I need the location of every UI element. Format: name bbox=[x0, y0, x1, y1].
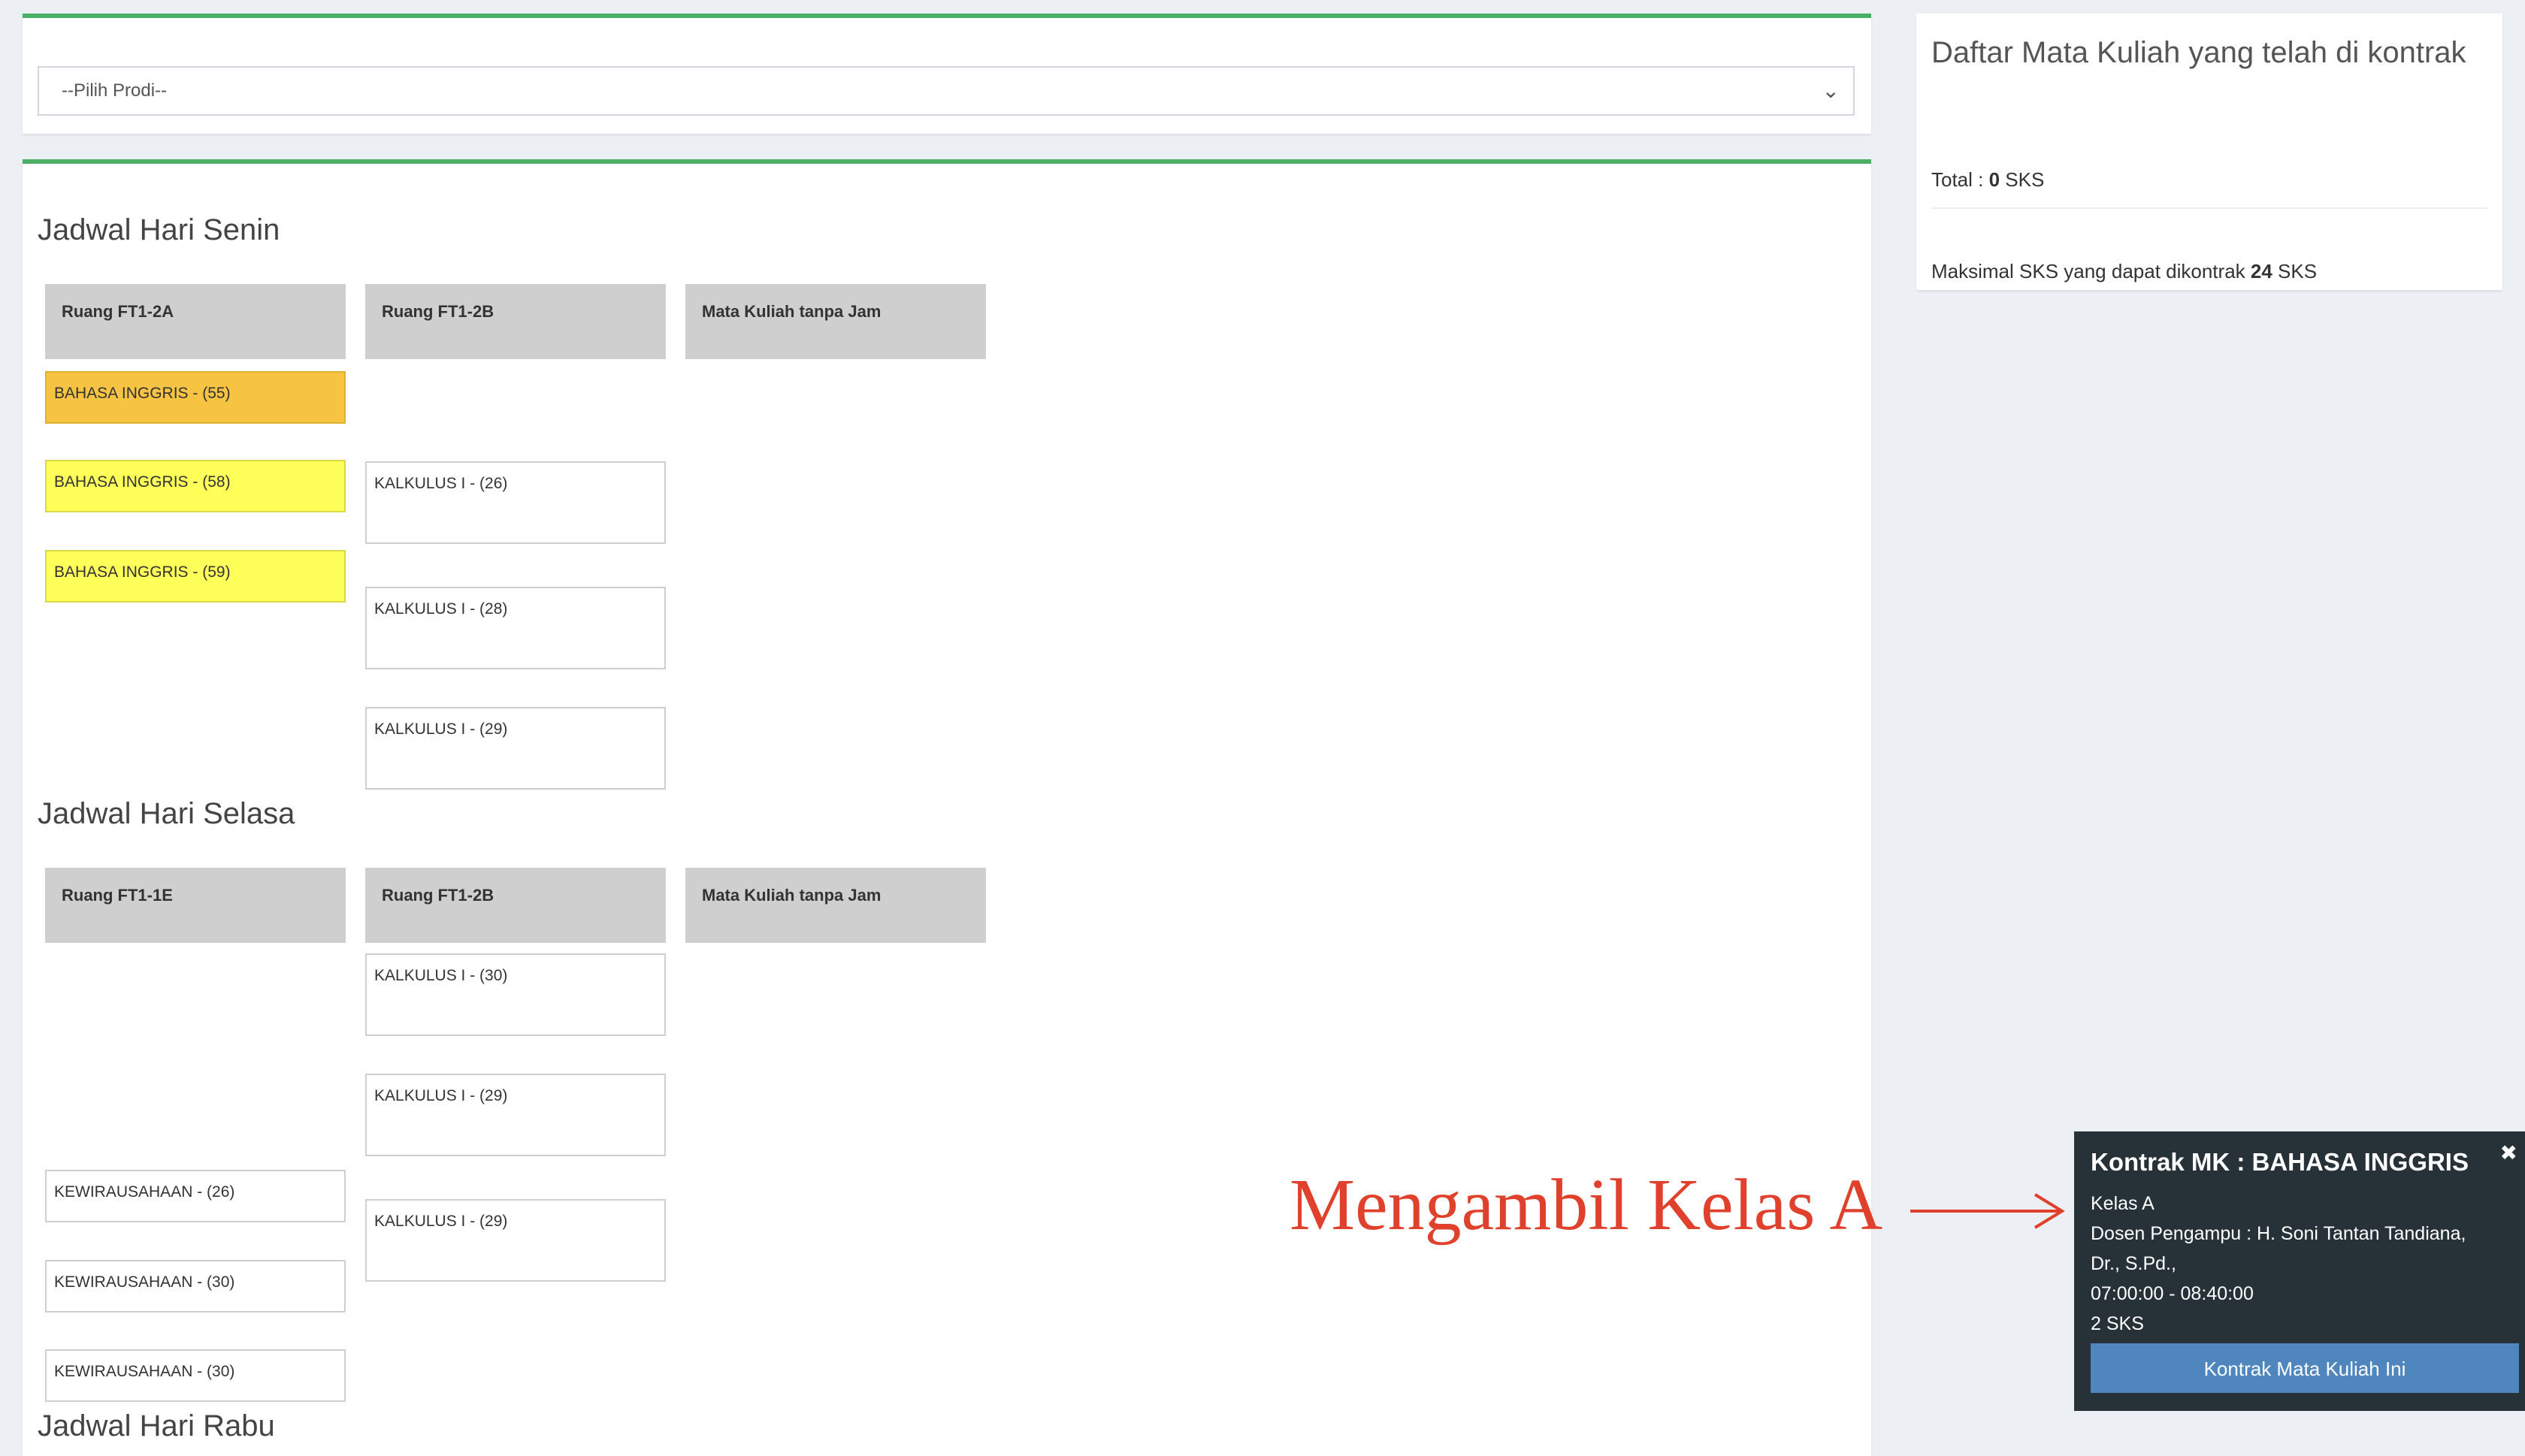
max-sks-value: 24 bbox=[2250, 260, 2272, 282]
max-sks: Maksimal SKS yang dapat dikontrak 24 SKS bbox=[1931, 260, 2318, 282]
panel-title: Daftar Mata Kuliah yang telah di kontrak bbox=[1931, 36, 2466, 69]
chevron-down-icon: ⌄ bbox=[1822, 79, 1840, 102]
popover-dosen-cont: Dr., S.Pd., bbox=[2091, 1253, 2176, 1274]
prodi-card: --Pilih Prodi-- ⌄ bbox=[23, 14, 1871, 134]
room-header: Ruang FT1-2A bbox=[45, 284, 346, 359]
course-slot[interactable]: KEWIRAUSAHAAN - (30) bbox=[45, 1260, 346, 1313]
close-icon[interactable]: ✖ bbox=[2500, 1140, 2517, 1165]
contracted-courses-panel: Daftar Mata Kuliah yang telah di kontrak… bbox=[1916, 14, 2502, 290]
day-title-rabu: Jadwal Hari Rabu bbox=[38, 1409, 275, 1442]
course-slot[interactable]: BAHASA INGGRIS - (59) bbox=[45, 550, 346, 603]
course-slot[interactable]: BAHASA INGGRIS - (55) bbox=[45, 371, 346, 424]
popover-title: Kontrak MK : BAHASA INGGRIS bbox=[2091, 1148, 2469, 1176]
course-slot[interactable]: KALKULUS I - (28) bbox=[365, 587, 666, 669]
room-header: Ruang FT1-1E bbox=[45, 868, 346, 943]
course-slot[interactable]: KEWIRAUSAHAAN - (30) bbox=[45, 1349, 346, 1402]
prodi-select-value: --Pilih Prodi-- bbox=[62, 80, 168, 101]
prodi-select[interactable]: --Pilih Prodi-- ⌄ bbox=[38, 66, 1855, 116]
room-header: Ruang FT1-2B bbox=[365, 868, 666, 943]
total-sks-value: 0 bbox=[1988, 168, 2000, 191]
popover-sks: 2 SKS bbox=[2091, 1313, 2144, 1334]
contract-popover: Kontrak MK : BAHASA INGGRIS ✖ Kelas A Do… bbox=[2074, 1131, 2525, 1411]
course-slot[interactable]: KALKULUS I - (30) bbox=[365, 953, 666, 1036]
day-title-selasa: Jadwal Hari Selasa bbox=[38, 797, 295, 830]
popover-time: 07:00:00 - 08:40:00 bbox=[2091, 1283, 2254, 1304]
popover-dosen: Dosen Pengampu : H. Soni Tantan Tandiana… bbox=[2091, 1223, 2466, 1244]
room-header: Mata Kuliah tanpa Jam bbox=[685, 868, 986, 943]
annotation-text: Mengambil Kelas A bbox=[1290, 1164, 1883, 1246]
course-slot[interactable]: KALKULUS I - (29) bbox=[365, 1074, 666, 1156]
course-slot[interactable]: KEWIRAUSAHAAN - (26) bbox=[45, 1170, 346, 1222]
course-slot[interactable]: KALKULUS I - (29) bbox=[365, 707, 666, 790]
day-title-senin: Jadwal Hari Senin bbox=[38, 213, 280, 246]
course-slot[interactable]: KALKULUS I - (29) bbox=[365, 1199, 666, 1282]
total-sks: Total : 0 SKS bbox=[1931, 168, 2045, 191]
arrow-right-icon bbox=[1910, 1193, 2065, 1229]
divider bbox=[1931, 207, 2487, 209]
popover-kelas: Kelas A bbox=[2091, 1193, 2155, 1214]
room-header: Mata Kuliah tanpa Jam bbox=[685, 284, 986, 359]
course-slot[interactable]: BAHASA INGGRIS - (58) bbox=[45, 460, 346, 512]
course-slot[interactable]: KALKULUS I - (26) bbox=[365, 461, 666, 544]
room-header: Ruang FT1-2B bbox=[365, 284, 666, 359]
contract-course-button[interactable]: Kontrak Mata Kuliah Ini bbox=[2091, 1343, 2519, 1393]
